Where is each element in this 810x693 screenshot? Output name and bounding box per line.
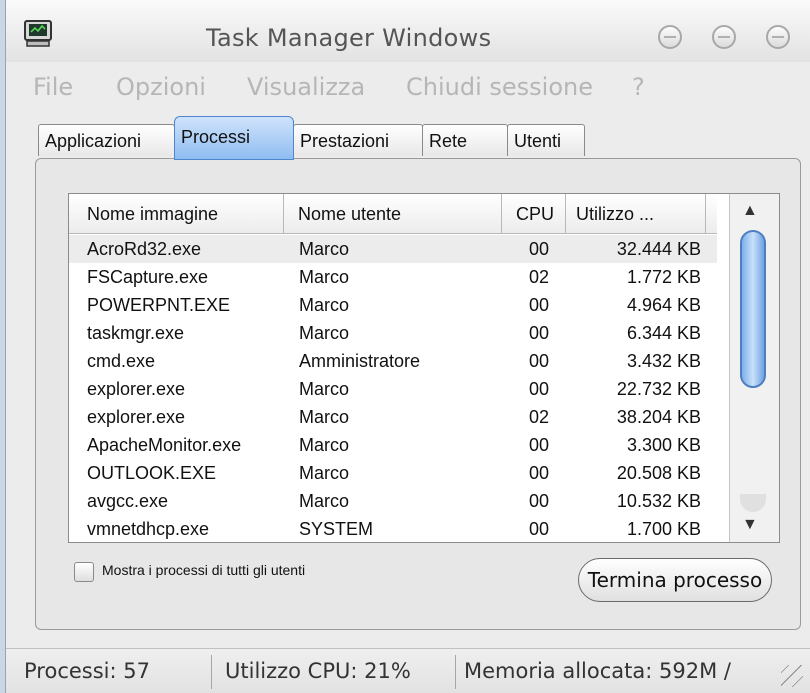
process-cpu: 00 — [529, 435, 550, 455]
menu-visualizza[interactable]: Visualizza — [247, 73, 365, 101]
scroll-up-arrow-icon[interactable]: ▲ — [742, 202, 758, 220]
show-all-users-label: Mostra i processi di tutti gli utenti — [102, 562, 306, 578]
tab-applicazioni[interactable]: Applicazioni — [38, 124, 175, 156]
process-name: FSCapture.exe — [87, 267, 209, 287]
menu-opzioni[interactable]: Opzioni — [116, 73, 206, 101]
table-row[interactable]: FSCapture.exe Marco 02 1.772 KB — [69, 263, 717, 291]
column-header-cpu[interactable]: CPU — [502, 194, 566, 234]
process-memory: 32.444 KB — [616, 239, 701, 259]
process-name: cmd.exe — [87, 351, 156, 371]
table-row[interactable]: cmd.exe Amministratore 00 3.432 KB — [69, 347, 717, 375]
table-row[interactable]: vmnetdhcp.exe SYSTEM 00 1.700 KB — [69, 515, 717, 542]
process-list[interactable]: Nome immagine Nome utente CPU Utilizzo .… — [68, 193, 780, 543]
process-memory: 6.344 KB — [626, 323, 701, 343]
table-row[interactable]: explorer.exe Marco 00 22.732 KB — [69, 375, 717, 403]
scrollbar-track-end — [740, 494, 766, 512]
window-title: Task Manager Windows — [206, 24, 492, 52]
tab-utenti[interactable]: Utenti — [507, 124, 585, 156]
process-memory: 38.204 KB — [616, 407, 701, 427]
process-user: Marco — [299, 323, 350, 343]
process-list-header: Nome immagine Nome utente CPU Utilizzo .… — [69, 194, 717, 234]
status-memory: Memoria allocata: 592M / — [464, 659, 731, 683]
show-all-users-checkbox[interactable] — [74, 562, 94, 582]
process-name: AcroRd32.exe — [87, 239, 202, 259]
process-name: explorer.exe — [87, 379, 186, 399]
close-button[interactable] — [766, 25, 790, 49]
process-user: Marco — [299, 379, 350, 399]
process-name: POWERPNT.EXE — [87, 295, 231, 315]
process-cpu: 00 — [529, 463, 550, 483]
process-memory: 22.732 KB — [616, 379, 701, 399]
process-name: ApacheMonitor.exe — [87, 435, 242, 455]
process-cpu: 00 — [529, 519, 550, 539]
process-user: Marco — [299, 267, 350, 287]
resize-grip-icon[interactable] — [781, 665, 803, 687]
process-user: Marco — [299, 239, 350, 259]
menu-file[interactable]: File — [33, 73, 73, 101]
table-row[interactable]: AcroRd32.exe Marco 00 32.444 KB — [69, 235, 717, 263]
column-header-nome-immagine[interactable]: Nome immagine — [69, 194, 284, 234]
title-bar[interactable]: Task Manager Windows — [6, 0, 810, 62]
table-row[interactable]: ApacheMonitor.exe Marco 00 3.300 KB — [69, 431, 717, 459]
status-processes: Processi: 57 — [24, 659, 150, 683]
table-row[interactable]: taskmgr.exe Marco 00 6.344 KB — [69, 319, 717, 347]
process-user: Marco — [299, 407, 350, 427]
process-cpu: 00 — [529, 323, 550, 343]
process-user: Amministratore — [299, 351, 421, 371]
column-header-nome-utente[interactable]: Nome utente — [284, 194, 502, 234]
end-process-button[interactable]: Termina processo — [578, 558, 772, 602]
status-cpu: Utilizzo CPU: 21% — [225, 659, 411, 683]
process-memory: 3.300 KB — [626, 435, 701, 455]
tab-prestazioni[interactable]: Prestazioni — [293, 124, 423, 156]
minimize-button[interactable] — [658, 25, 682, 49]
process-cpu: 00 — [529, 239, 550, 259]
process-user: Marco — [299, 295, 350, 315]
process-user: Marco — [299, 491, 350, 511]
process-cpu: 00 — [529, 351, 550, 371]
table-row[interactable]: OUTLOOK.EXE Marco 00 20.508 KB — [69, 459, 717, 487]
process-memory: 10.532 KB — [616, 491, 701, 511]
process-rows: AcroRd32.exe Marco 00 32.444 KB FSCapture.ex… — [69, 235, 717, 542]
process-memory: 1.772 KB — [626, 267, 701, 287]
scrollbar-thumb[interactable] — [740, 230, 766, 388]
task-manager-window: Task Manager Windows File Opzioni Visual… — [5, 0, 810, 693]
table-row[interactable]: avgcc.exe Marco 00 10.532 KB — [69, 487, 717, 515]
tab-processi[interactable]: Processi — [174, 116, 294, 160]
status-divider — [455, 655, 456, 689]
menu-help[interactable]: ? — [632, 73, 645, 101]
process-name: explorer.exe — [87, 407, 186, 427]
process-user: Marco — [299, 435, 350, 455]
menu-chiudi-sessione[interactable]: Chiudi sessione — [406, 73, 593, 101]
process-cpu: 00 — [529, 295, 550, 315]
process-user: Marco — [299, 463, 350, 483]
vertical-scrollbar[interactable]: ▲ ▼ — [729, 194, 779, 542]
process-cpu: 02 — [529, 407, 550, 427]
tab-bar: Applicazioni Processi Prestazioni Rete U… — [6, 116, 810, 164]
process-name: vmnetdhcp.exe — [87, 519, 210, 539]
process-name: taskmgr.exe — [87, 323, 185, 343]
process-memory: 4.964 KB — [626, 295, 701, 315]
menu-bar: File Opzioni Visualizza Chiudi sessione … — [6, 65, 810, 105]
process-cpu: 02 — [529, 267, 550, 287]
table-row[interactable]: explorer.exe Marco 02 38.204 KB — [69, 403, 717, 431]
column-header-utilizzo-memoria[interactable]: Utilizzo ... — [566, 194, 706, 234]
scroll-down-arrow-icon[interactable]: ▼ — [742, 516, 758, 534]
process-name: avgcc.exe — [87, 491, 169, 511]
table-row[interactable]: POWERPNT.EXE Marco 00 4.964 KB — [69, 291, 717, 319]
process-name: OUTLOOK.EXE — [87, 463, 217, 483]
status-divider — [211, 655, 212, 689]
maximize-button[interactable] — [712, 25, 736, 49]
process-memory: 3.432 KB — [626, 351, 701, 371]
process-cpu: 00 — [529, 379, 550, 399]
tab-rete[interactable]: Rete — [422, 124, 508, 156]
status-bar: Processi: 57 Utilizzo CPU: 21% Memoria a… — [6, 648, 810, 693]
computer-monitor-icon — [24, 20, 52, 47]
process-cpu: 00 — [529, 491, 550, 511]
process-memory: 20.508 KB — [616, 463, 701, 483]
process-user: SYSTEM — [299, 519, 374, 539]
process-memory: 1.700 KB — [626, 519, 701, 539]
